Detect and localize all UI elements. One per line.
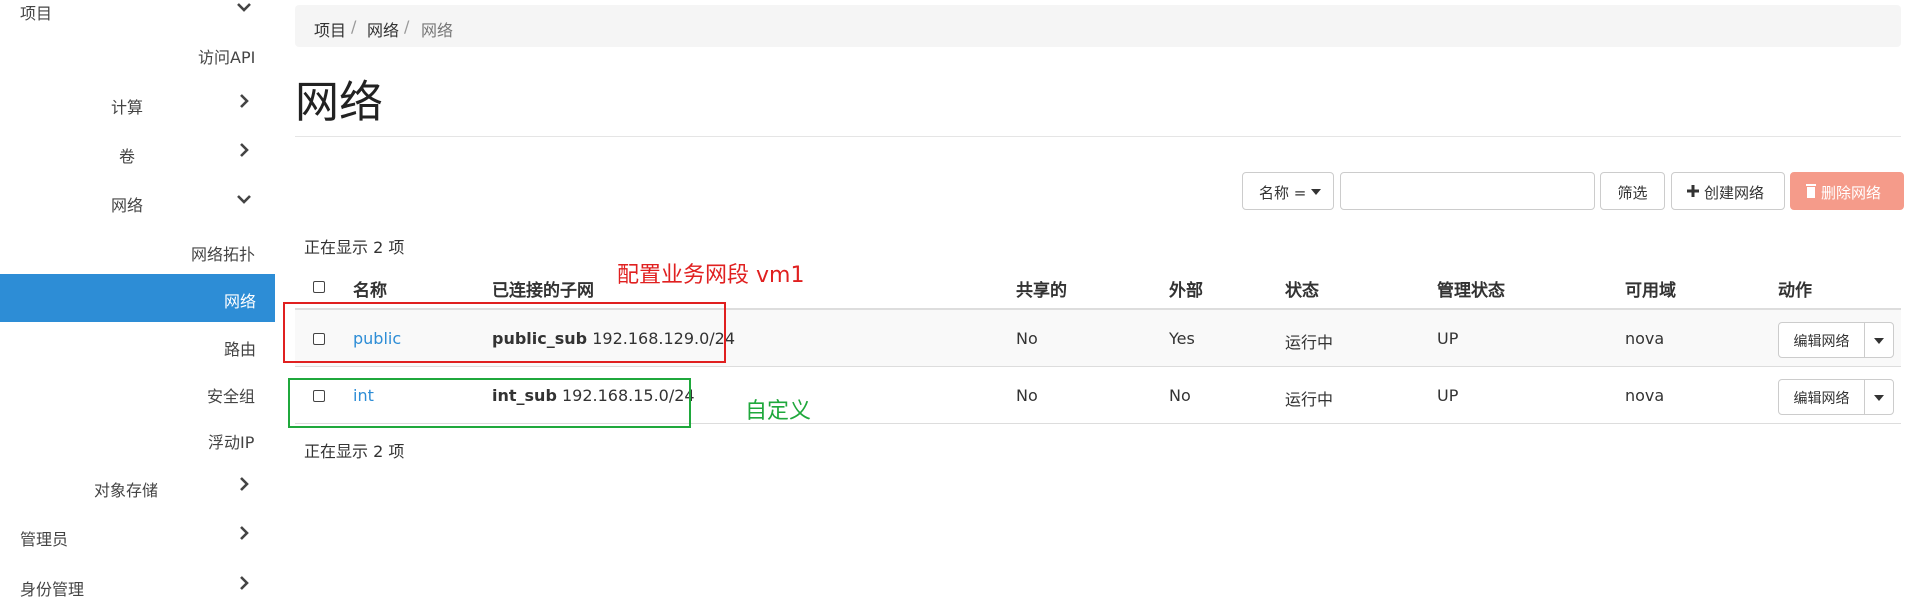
sidebar-item-label: 浮动IP [208,433,255,452]
column-header-subnets[interactable]: 已连接的子网 [492,276,594,301]
breadcrumb-item-current: 网络 [421,21,454,40]
sidebar-item-admin[interactable]: 管理员 [0,512,275,560]
sidebar-item-project[interactable]: 项目 [0,0,275,34]
title-divider [295,136,1901,137]
sidebar-item-object-store[interactable]: 对象存储 [0,463,275,511]
sidebar-item-label: 网络 [111,196,144,215]
trash-icon [1806,184,1816,198]
sidebar-item-label: 网络 [224,292,257,311]
edit-network-button[interactable]: 编辑网络 [1778,379,1865,415]
select-all-checkbox[interactable] [313,281,325,293]
admin-state-value: UP [1437,329,1459,348]
chevron-right-icon [240,526,249,540]
sidebar-item-label: 网络拓扑 [191,245,256,264]
column-header-availability-zone[interactable]: 可用域 [1625,276,1676,301]
delete-network-button[interactable]: 删除网络 [1790,172,1904,210]
sidebar-item-networks[interactable]: 网络 [0,274,275,322]
external-value: Yes [1169,329,1195,348]
annotation-label-red: 配置业务网段 vm1 [617,263,805,288]
caret-down-icon [1311,189,1321,195]
sidebar: 项目 访问API 计算 卷 网络 网络拓扑 网络 路由 安全组 浮动IP 对象存… [0,0,275,599]
create-network-label: 创建网络 [1704,184,1765,202]
zone-value: nova [1625,386,1665,405]
create-network-button[interactable]: 创建网络 [1671,172,1785,210]
annotation-label-green: 自定义 [745,399,812,424]
sidebar-item-label: 卷 [119,147,136,166]
sidebar-item-label: 管理员 [20,530,69,549]
column-header-shared[interactable]: 共享的 [1016,276,1067,301]
caret-down-icon [1874,395,1884,401]
sidebar-item-identity[interactable]: 身份管理 [0,562,275,610]
status-value: 运行中 [1285,333,1334,352]
edit-network-label: 编辑网络 [1793,334,1850,350]
shared-value: No [1016,329,1038,348]
page-title: 网络 [295,77,383,128]
plus-icon [1687,185,1699,197]
filter-input[interactable] [1340,172,1595,210]
sidebar-item-access-api[interactable]: 访问API [0,30,275,78]
sidebar-item-label: 路由 [224,340,257,359]
breadcrumb-separator: / [404,17,410,36]
item-count-top: 正在显示 2 项 [304,238,405,257]
annotation-box-red [283,302,726,363]
column-header-external[interactable]: 外部 [1169,276,1203,301]
chevron-right-icon [240,477,249,491]
status-value: 运行中 [1285,390,1334,409]
sidebar-item-floating-ips[interactable]: 浮动IP [0,415,275,463]
annotation-box-green [288,378,691,428]
sidebar-item-label: 身份管理 [20,580,85,599]
column-header-status[interactable]: 状态 [1285,276,1319,301]
filter-button[interactable]: 筛选 [1600,172,1665,210]
edit-network-button[interactable]: 编辑网络 [1778,322,1865,358]
chevron-right-icon [240,143,249,157]
chevron-down-icon [237,195,251,204]
filter-field-label: 名称 = [1259,184,1307,202]
sidebar-item-label: 安全组 [207,387,256,406]
column-header-name[interactable]: 名称 [353,276,387,301]
caret-down-icon [1874,338,1884,344]
sidebar-item-label: 项目 [20,4,53,23]
breadcrumb-item-project[interactable]: 项目 [314,17,346,41]
sidebar-item-network-group[interactable]: 网络 [0,178,275,226]
sidebar-item-network-topology[interactable]: 网络拓扑 [0,227,275,275]
sidebar-item-label: 访问API [198,48,256,67]
chevron-right-icon [240,576,249,590]
delete-network-label: 删除网络 [1821,184,1882,202]
external-value: No [1169,386,1191,405]
chevron-down-icon [237,3,251,12]
filter-field-select[interactable]: 名称 = [1242,172,1334,210]
sidebar-item-label: 计算 [111,98,144,117]
filter-button-label: 筛选 [1617,184,1648,202]
column-header-actions: 动作 [1778,281,1812,301]
edit-network-label: 编辑网络 [1793,391,1850,407]
sidebar-item-security-groups[interactable]: 安全组 [0,369,275,417]
column-header-admin-state[interactable]: 管理状态 [1437,276,1505,301]
shared-value: No [1016,386,1038,405]
row-action-group: 编辑网络 [1778,322,1894,358]
breadcrumb-item-network[interactable]: 网络 [367,17,399,41]
row-action-group: 编辑网络 [1778,379,1894,415]
row-actions-dropdown[interactable] [1864,322,1894,358]
sidebar-item-volumes[interactable]: 卷 [0,129,275,177]
breadcrumb: 项目 / 网络 / 网络 [295,5,1901,47]
admin-state-value: UP [1437,386,1459,405]
sidebar-item-routers[interactable]: 路由 [0,322,275,370]
chevron-right-icon [240,94,249,108]
row-actions-dropdown[interactable] [1864,379,1894,415]
item-count-bottom: 正在显示 2 项 [304,442,405,461]
breadcrumb-separator: / [351,17,357,36]
sidebar-item-compute[interactable]: 计算 [0,80,275,128]
zone-value: nova [1625,329,1665,348]
sidebar-item-label: 对象存储 [94,481,159,500]
